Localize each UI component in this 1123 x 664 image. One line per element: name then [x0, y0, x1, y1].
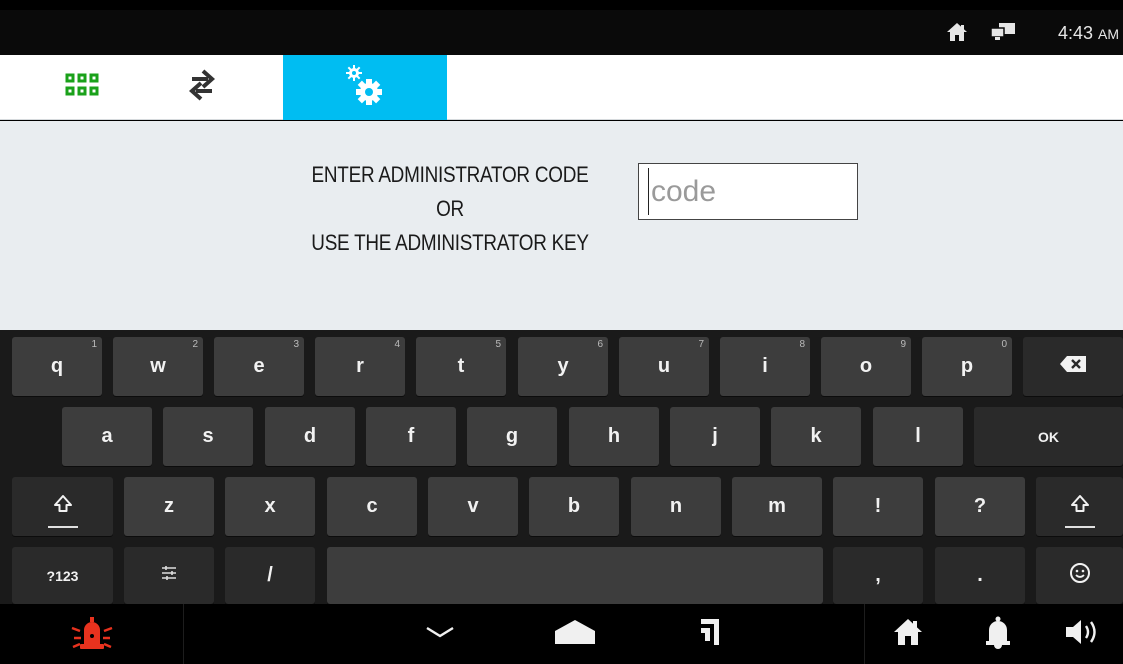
key-n[interactable]: n: [631, 477, 721, 536]
shift-key-right[interactable]: [1036, 477, 1123, 536]
key-s[interactable]: s: [163, 407, 253, 466]
key-i[interactable]: i8: [720, 337, 810, 396]
recent-apps-button[interactable]: [676, 604, 746, 664]
tab-settings[interactable]: [283, 55, 447, 120]
clock: 4:43 AM: [1057, 23, 1119, 43]
key-question[interactable]: ?: [935, 477, 1025, 536]
space-bar[interactable]: [327, 547, 823, 604]
status-bar: 4:43 AM: [0, 10, 1123, 55]
admin-prompt: ENTER ADMINISTRATOR CODE OR USE THE ADMI…: [295, 158, 605, 260]
chevron-down-icon: [425, 625, 455, 644]
text-cursor: [648, 168, 649, 215]
key-u[interactable]: u7: [619, 337, 709, 396]
symbols-key[interactable]: ?123: [12, 547, 113, 604]
key-p[interactable]: p0: [922, 337, 1012, 396]
key-x[interactable]: x: [225, 477, 315, 536]
key-a[interactable]: a: [62, 407, 152, 466]
key-period[interactable]: .: [935, 547, 1025, 604]
key-d[interactable]: d: [265, 407, 355, 466]
volume-button[interactable]: [1045, 604, 1123, 664]
settings-gears-icon: [345, 64, 385, 111]
prompt-line-1: ENTER ADMINISTRATOR CODE: [311, 162, 589, 187]
key-l[interactable]: l: [873, 407, 963, 466]
house-icon: [892, 617, 924, 652]
key-h[interactable]: h: [569, 407, 659, 466]
home-icon: [946, 22, 968, 47]
ok-key[interactable]: OK: [974, 407, 1123, 466]
volume-icon: [1064, 619, 1104, 650]
backspace-icon: [1060, 355, 1086, 378]
house-button[interactable]: [865, 604, 951, 664]
key-o[interactable]: o9: [821, 337, 911, 396]
key-m[interactable]: m: [732, 477, 822, 536]
key-z[interactable]: z: [124, 477, 214, 536]
key-v[interactable]: v: [428, 477, 518, 536]
backspace-key[interactable]: [1023, 337, 1123, 396]
key-e[interactable]: e3: [214, 337, 304, 396]
on-screen-keyboard: q1 w2 e3 r4 t5 y6 u7 i8 o9 p0 a s d f g …: [0, 330, 1123, 604]
key-slash[interactable]: /: [225, 547, 315, 604]
settings-key[interactable]: [124, 547, 214, 604]
emoji-icon: [1069, 562, 1091, 590]
key-w[interactable]: w2: [113, 337, 203, 396]
key-j[interactable]: j: [670, 407, 760, 466]
swap-arrows-icon: [188, 68, 216, 107]
key-f[interactable]: f: [366, 407, 456, 466]
home-icon: [553, 619, 597, 650]
grid-icon: [65, 73, 99, 102]
admin-login-panel: ENTER ADMINISTRATOR CODE OR USE THE ADMI…: [0, 121, 1123, 330]
shift-icon: [1070, 494, 1090, 520]
key-k[interactable]: k: [771, 407, 861, 466]
shift-key-left[interactable]: [12, 477, 113, 536]
recent-apps-icon: [698, 617, 724, 652]
key-c[interactable]: c: [327, 477, 417, 536]
key-comma[interactable]: ,: [833, 547, 923, 604]
prompt-line-3: USE THE ADMINISTRATOR KEY: [311, 230, 589, 255]
emoji-key[interactable]: [1036, 547, 1123, 604]
prompt-line-2: OR: [436, 196, 464, 221]
hide-keyboard-button[interactable]: [405, 604, 475, 664]
home-button[interactable]: [540, 604, 610, 664]
key-y[interactable]: y6: [518, 337, 608, 396]
bell-icon: [985, 615, 1011, 654]
key-g[interactable]: g: [467, 407, 557, 466]
keyboard-settings-icon: [160, 564, 178, 588]
shift-icon: [53, 494, 73, 520]
code-input[interactable]: [638, 163, 858, 220]
alarm-icon: [70, 614, 114, 655]
network-computer-icon: [990, 22, 1016, 47]
key-r[interactable]: r4: [315, 337, 405, 396]
key-t[interactable]: t5: [416, 337, 506, 396]
navigation-bar: [0, 604, 1123, 664]
alarm-button[interactable]: [0, 604, 183, 664]
nav-divider: [183, 604, 184, 664]
key-q[interactable]: q1: [12, 337, 102, 396]
tab-transfer[interactable]: [120, 55, 284, 120]
tab-bar: [0, 55, 1123, 120]
notifications-button[interactable]: [955, 604, 1041, 664]
key-exclamation[interactable]: !: [833, 477, 923, 536]
key-b[interactable]: b: [529, 477, 619, 536]
